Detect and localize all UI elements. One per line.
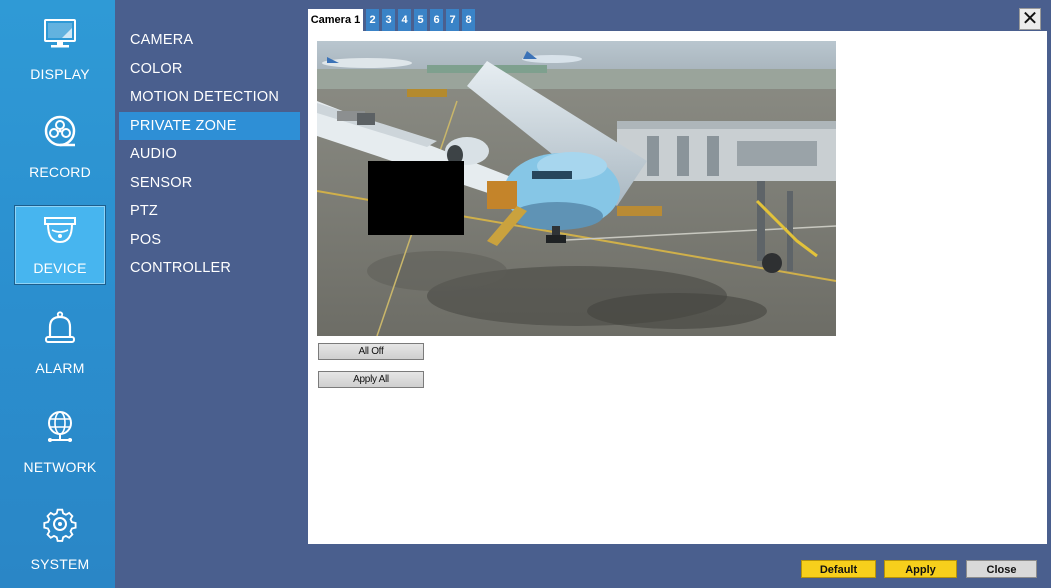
nav-alarm[interactable]: ALARM bbox=[14, 304, 106, 384]
private-zone-mask[interactable] bbox=[368, 161, 464, 235]
submenu-controller[interactable]: CONTROLLER bbox=[119, 254, 300, 283]
nav-display[interactable]: DISPLAY bbox=[14, 10, 106, 90]
device-submenu: CAMERA COLOR MOTION DETECTION PRIVATE ZO… bbox=[119, 26, 300, 283]
apply-all-button[interactable]: Apply All bbox=[318, 371, 424, 388]
tab-camera-6[interactable]: 6 bbox=[430, 9, 443, 31]
submenu-audio[interactable]: AUDIO bbox=[119, 140, 300, 169]
close-button[interactable]: Close bbox=[966, 560, 1037, 578]
nav-device-label: DEVICE bbox=[33, 260, 87, 276]
private-zone-panel: All Off Apply All bbox=[308, 31, 1047, 544]
submenu-pos[interactable]: POS bbox=[119, 226, 300, 255]
nav-device[interactable]: DEVICE bbox=[14, 205, 106, 285]
nav-record-label: RECORD bbox=[29, 164, 91, 180]
gear-icon bbox=[43, 508, 77, 542]
dome-camera-icon bbox=[44, 217, 76, 244]
nav-network-label: NETWORK bbox=[23, 459, 97, 475]
nav-alarm-label: ALARM bbox=[35, 360, 85, 376]
submenu-camera[interactable]: CAMERA bbox=[119, 26, 300, 55]
close-icon[interactable]: ✕ bbox=[1019, 8, 1041, 30]
nav-system-label: SYSTEM bbox=[30, 556, 90, 572]
submenu-sensor[interactable]: SENSOR bbox=[119, 169, 300, 198]
nav-display-label: DISPLAY bbox=[30, 66, 90, 82]
default-button[interactable]: Default bbox=[801, 560, 876, 578]
submenu-ptz[interactable]: PTZ bbox=[119, 197, 300, 226]
submenu-motion-detection[interactable]: MOTION DETECTION bbox=[119, 83, 300, 112]
all-off-button[interactable]: All Off bbox=[318, 343, 424, 360]
tab-camera-7[interactable]: 7 bbox=[446, 9, 459, 31]
apply-button[interactable]: Apply bbox=[884, 560, 957, 578]
monitor-icon bbox=[44, 19, 76, 48]
submenu-private-zone[interactable]: PRIVATE ZONE bbox=[119, 111, 300, 140]
nav-record[interactable]: RECORD bbox=[14, 108, 106, 188]
airport-apron-scene bbox=[317, 41, 836, 336]
record-reel-icon bbox=[44, 115, 76, 147]
bell-icon bbox=[45, 311, 75, 343]
tab-camera-5[interactable]: 5 bbox=[414, 9, 427, 31]
submenu-color[interactable]: COLOR bbox=[119, 55, 300, 84]
camera-preview-image[interactable] bbox=[317, 41, 836, 336]
tab-camera-4[interactable]: 4 bbox=[398, 9, 411, 31]
nav-system[interactable]: SYSTEM bbox=[14, 500, 106, 580]
tab-camera-3[interactable]: 3 bbox=[382, 9, 395, 31]
tab-camera-1[interactable]: Camera 1 bbox=[308, 9, 363, 32]
tab-camera-2[interactable]: 2 bbox=[366, 9, 379, 31]
main-nav-rail: DISPLAY RECORD DEVICE ALARM NETWORK SYST… bbox=[0, 0, 115, 588]
tab-camera-8[interactable]: 8 bbox=[462, 9, 475, 31]
globe-network-icon bbox=[48, 411, 72, 442]
nav-network[interactable]: NETWORK bbox=[14, 403, 106, 483]
